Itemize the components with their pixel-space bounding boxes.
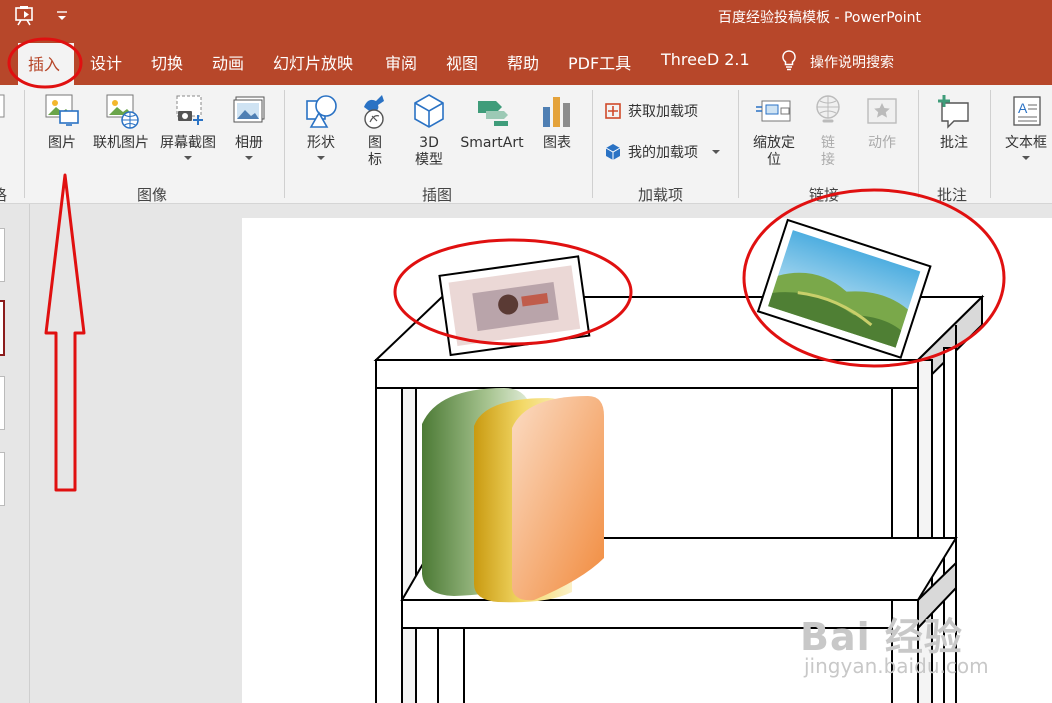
addins-group-label: 加载项 xyxy=(638,186,684,204)
insert-picture-button[interactable]: 图片 xyxy=(40,91,84,152)
online-picture-button[interactable]: 联机图片 xyxy=(90,91,152,152)
tab-help[interactable]: 帮助 xyxy=(507,50,539,74)
chart-label: 图表 xyxy=(543,135,571,151)
photo-album-button[interactable]: 相册 xyxy=(226,91,272,160)
group-separator xyxy=(990,90,991,198)
chevron-down-icon xyxy=(317,156,325,160)
tab-threed[interactable]: ThreeD 2.1 xyxy=(661,50,750,74)
action-label: 动作 xyxy=(868,135,896,151)
slide-thumbnail[interactable] xyxy=(0,452,5,506)
picture-icon xyxy=(45,94,79,126)
tab-slideshow[interactable]: 幻灯片放映 xyxy=(273,50,353,74)
slideshow-start-icon[interactable] xyxy=(14,5,38,27)
chart-button[interactable]: 图表 xyxy=(537,91,577,152)
books-group[interactable] xyxy=(422,388,604,603)
comment-label: 批注 xyxy=(940,135,968,151)
smartart-icon xyxy=(478,101,508,126)
comment-button[interactable]: 批注 xyxy=(930,91,978,152)
my-addins-button[interactable]: 我的加载项 xyxy=(604,142,720,162)
tab-design[interactable]: 设计 xyxy=(90,50,122,74)
screenshot-label: 屏幕截图 xyxy=(160,135,216,151)
screenshot-button[interactable]: 屏幕截图 xyxy=(158,91,218,160)
3d-model-label: 3D模型 xyxy=(415,135,443,168)
smartart-button[interactable]: SmartArt xyxy=(457,91,527,152)
group-separator xyxy=(24,90,25,198)
watermark-brand: Bai 经验 xyxy=(800,615,963,659)
tell-me-label: 操作说明搜索 xyxy=(810,55,894,71)
smartart-label: SmartArt xyxy=(460,135,524,151)
comment-icon xyxy=(938,95,969,129)
shapes-icon xyxy=(306,95,337,128)
group-separator xyxy=(738,90,739,198)
title-bar: 百度经验投稿模板 - PowerPoint xyxy=(0,0,1052,33)
picture-label: 图片 xyxy=(48,135,76,151)
tell-me-search[interactable]: 操作说明搜索 xyxy=(780,50,894,74)
link-label: 链接 xyxy=(821,135,835,168)
watermark-url: jingyan.baidu.com xyxy=(804,654,989,678)
group-separator xyxy=(284,90,285,198)
tab-pdf-tools[interactable]: PDF工具 xyxy=(568,50,631,74)
3d-model-icon xyxy=(414,94,444,128)
slides-group-label: 格 xyxy=(0,184,7,205)
store-icon xyxy=(605,103,621,119)
action-icon xyxy=(867,98,897,124)
chevron-down-icon xyxy=(1022,156,1030,160)
link-icon xyxy=(816,95,840,123)
images-group-label: 图像 xyxy=(137,186,168,204)
photo-album-label: 相册 xyxy=(235,135,263,151)
slide-thumbnail-selected[interactable] xyxy=(0,300,5,356)
link-button[interactable]: 链接 xyxy=(810,91,846,169)
svg-text:A: A xyxy=(1018,100,1028,116)
slide-thumbnail[interactable] xyxy=(0,228,5,282)
group-separator xyxy=(592,90,593,198)
get-addins-label: 获取加载项 xyxy=(628,104,698,120)
my-addins-label: 我的加载项 xyxy=(628,145,698,161)
ribbon-insert: 格 图片 联机图片 屏幕截图 xyxy=(0,85,1052,204)
new-slide-button[interactable] xyxy=(0,91,8,129)
links-group-label: 链接 xyxy=(809,186,840,204)
tab-insert[interactable]: 插入 xyxy=(18,43,74,85)
slide-thumbnail-pane[interactable] xyxy=(0,204,30,703)
icons-icon xyxy=(364,95,384,129)
zoom-icon xyxy=(756,100,791,122)
tab-view[interactable]: 视图 xyxy=(446,50,478,74)
textbox-button[interactable]: A 文本框 xyxy=(1000,91,1052,160)
chevron-down-icon xyxy=(712,150,720,154)
comments-group-label: 批注 xyxy=(937,186,968,204)
window-title: 百度经验投稿模板 - PowerPoint xyxy=(718,10,922,26)
icons-button[interactable]: 图标 xyxy=(356,91,394,169)
textbox-label: 文本框 xyxy=(1005,135,1047,151)
up-arrow-annotation xyxy=(44,173,86,492)
online-picture-label: 联机图片 xyxy=(93,135,149,151)
chevron-down-icon[interactable] xyxy=(54,8,70,24)
icons-label: 图标 xyxy=(368,135,382,168)
chevron-down-icon xyxy=(245,156,253,160)
slide-thumbnail[interactable] xyxy=(0,376,5,430)
chevron-down-icon xyxy=(184,156,192,160)
3d-model-button[interactable]: 3D模型 xyxy=(408,91,450,169)
zoom-label: 缩放定位 xyxy=(753,135,795,168)
my-addins-icon xyxy=(605,144,621,160)
action-button[interactable]: 动作 xyxy=(862,91,902,152)
tab-transitions[interactable]: 切换 xyxy=(151,50,183,74)
textbox-icon: A xyxy=(1013,96,1041,126)
shapes-button[interactable]: 形状 xyxy=(298,91,344,160)
tab-review[interactable]: 审阅 xyxy=(385,50,417,74)
screenshot-icon xyxy=(176,95,203,125)
get-addins-button[interactable]: 获取加载项 xyxy=(604,101,698,121)
zoom-button[interactable]: 缩放定位 xyxy=(748,91,800,169)
illustrations-group-label: 插图 xyxy=(422,186,453,204)
photo-album-icon xyxy=(233,96,265,123)
tab-animations[interactable]: 动画 xyxy=(212,50,244,74)
ribbon-tab-bar: 插入 设计 切换 动画 幻灯片放映 审阅 视图 帮助 PDF工具 ThreeD … xyxy=(0,33,1052,85)
lightbulb-icon xyxy=(780,49,798,75)
online-picture-icon xyxy=(106,94,139,129)
chart-icon xyxy=(543,97,570,127)
group-separator xyxy=(918,90,919,198)
shapes-label: 形状 xyxy=(307,135,335,151)
